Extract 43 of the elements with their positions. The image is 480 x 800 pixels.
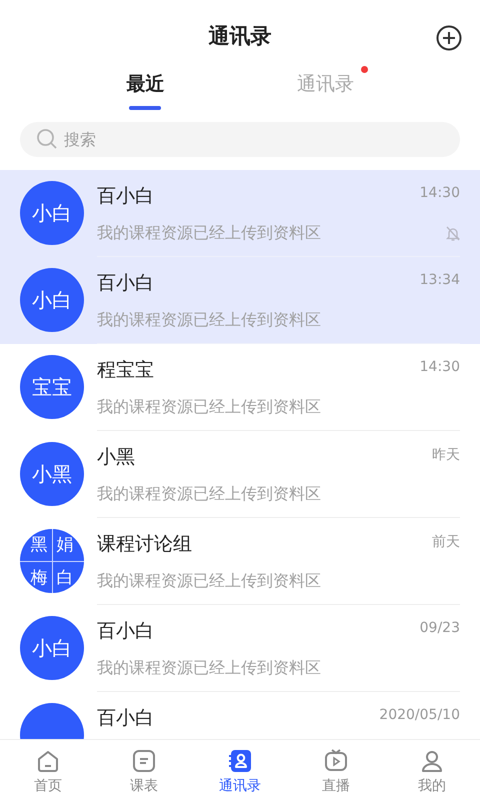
search-field[interactable]: 搜索: [20, 122, 460, 157]
conversation-row[interactable]: 小白 百小白 14:30 我的课程资源已经上传到资料区: [0, 170, 480, 257]
tv-icon: [323, 748, 349, 774]
avatar: 小黑: [20, 442, 84, 506]
page-title: 通讯录: [208, 23, 272, 50]
message-preview: 我的课程资源已经上传到资料区: [97, 484, 321, 505]
contact-book-icon: [227, 748, 253, 774]
nav-tab[interactable]: 首页: [0, 740, 96, 800]
contact-name: 百小白: [97, 619, 154, 644]
avatar: 小白: [20, 181, 84, 245]
nav-tab[interactable]: 课表: [96, 740, 192, 800]
add-icon[interactable]: [436, 25, 462, 51]
nav-tab[interactable]: 我的: [384, 740, 480, 800]
contact-name: 百小白: [97, 184, 154, 209]
message-preview: 我的课程资源已经上传到资料区: [97, 223, 321, 244]
nav-tab[interactable]: 直播: [288, 740, 384, 800]
list-icon: [131, 748, 157, 774]
contact-name: 程宝宝: [97, 358, 154, 383]
tab[interactable]: 最近: [120, 66, 170, 110]
avatar: 黑 娟 梅 白: [20, 529, 84, 593]
person-icon: [419, 748, 445, 774]
conversation-row[interactable]: 小白 百小白 13:34 我的课程资源已经上传到资料区: [0, 257, 480, 344]
home-icon: [35, 748, 61, 774]
contact-name: 百小白: [97, 706, 154, 731]
message-time: 前天: [432, 533, 460, 552]
contact-name: 小黑: [97, 445, 135, 470]
message-preview: 我的课程资源已经上传到资料区: [97, 571, 321, 592]
message-preview: 我的课程资源已经上传到资料区: [97, 658, 321, 679]
message-time: 14:30: [420, 185, 460, 203]
avatar: 小白: [20, 616, 84, 680]
search-icon: [36, 128, 58, 150]
message-time: 昨天: [432, 446, 460, 465]
message-time: 13:34: [420, 272, 460, 290]
contact-name: 百小白: [97, 271, 154, 296]
message-time: 2020/05/10: [379, 707, 460, 725]
contact-name: 课程讨论组: [97, 532, 192, 557]
avatar: 小白: [20, 268, 84, 332]
message-preview: 我的课程资源已经上传到资料区: [97, 397, 321, 418]
avatar: 宝宝: [20, 355, 84, 419]
message-time: 09/23: [420, 620, 460, 638]
message-time: 14:30: [420, 359, 460, 377]
nav-tab[interactable]: 通讯录: [192, 740, 288, 800]
message-preview: 我的课程资源已经上传到资料区: [97, 310, 321, 331]
